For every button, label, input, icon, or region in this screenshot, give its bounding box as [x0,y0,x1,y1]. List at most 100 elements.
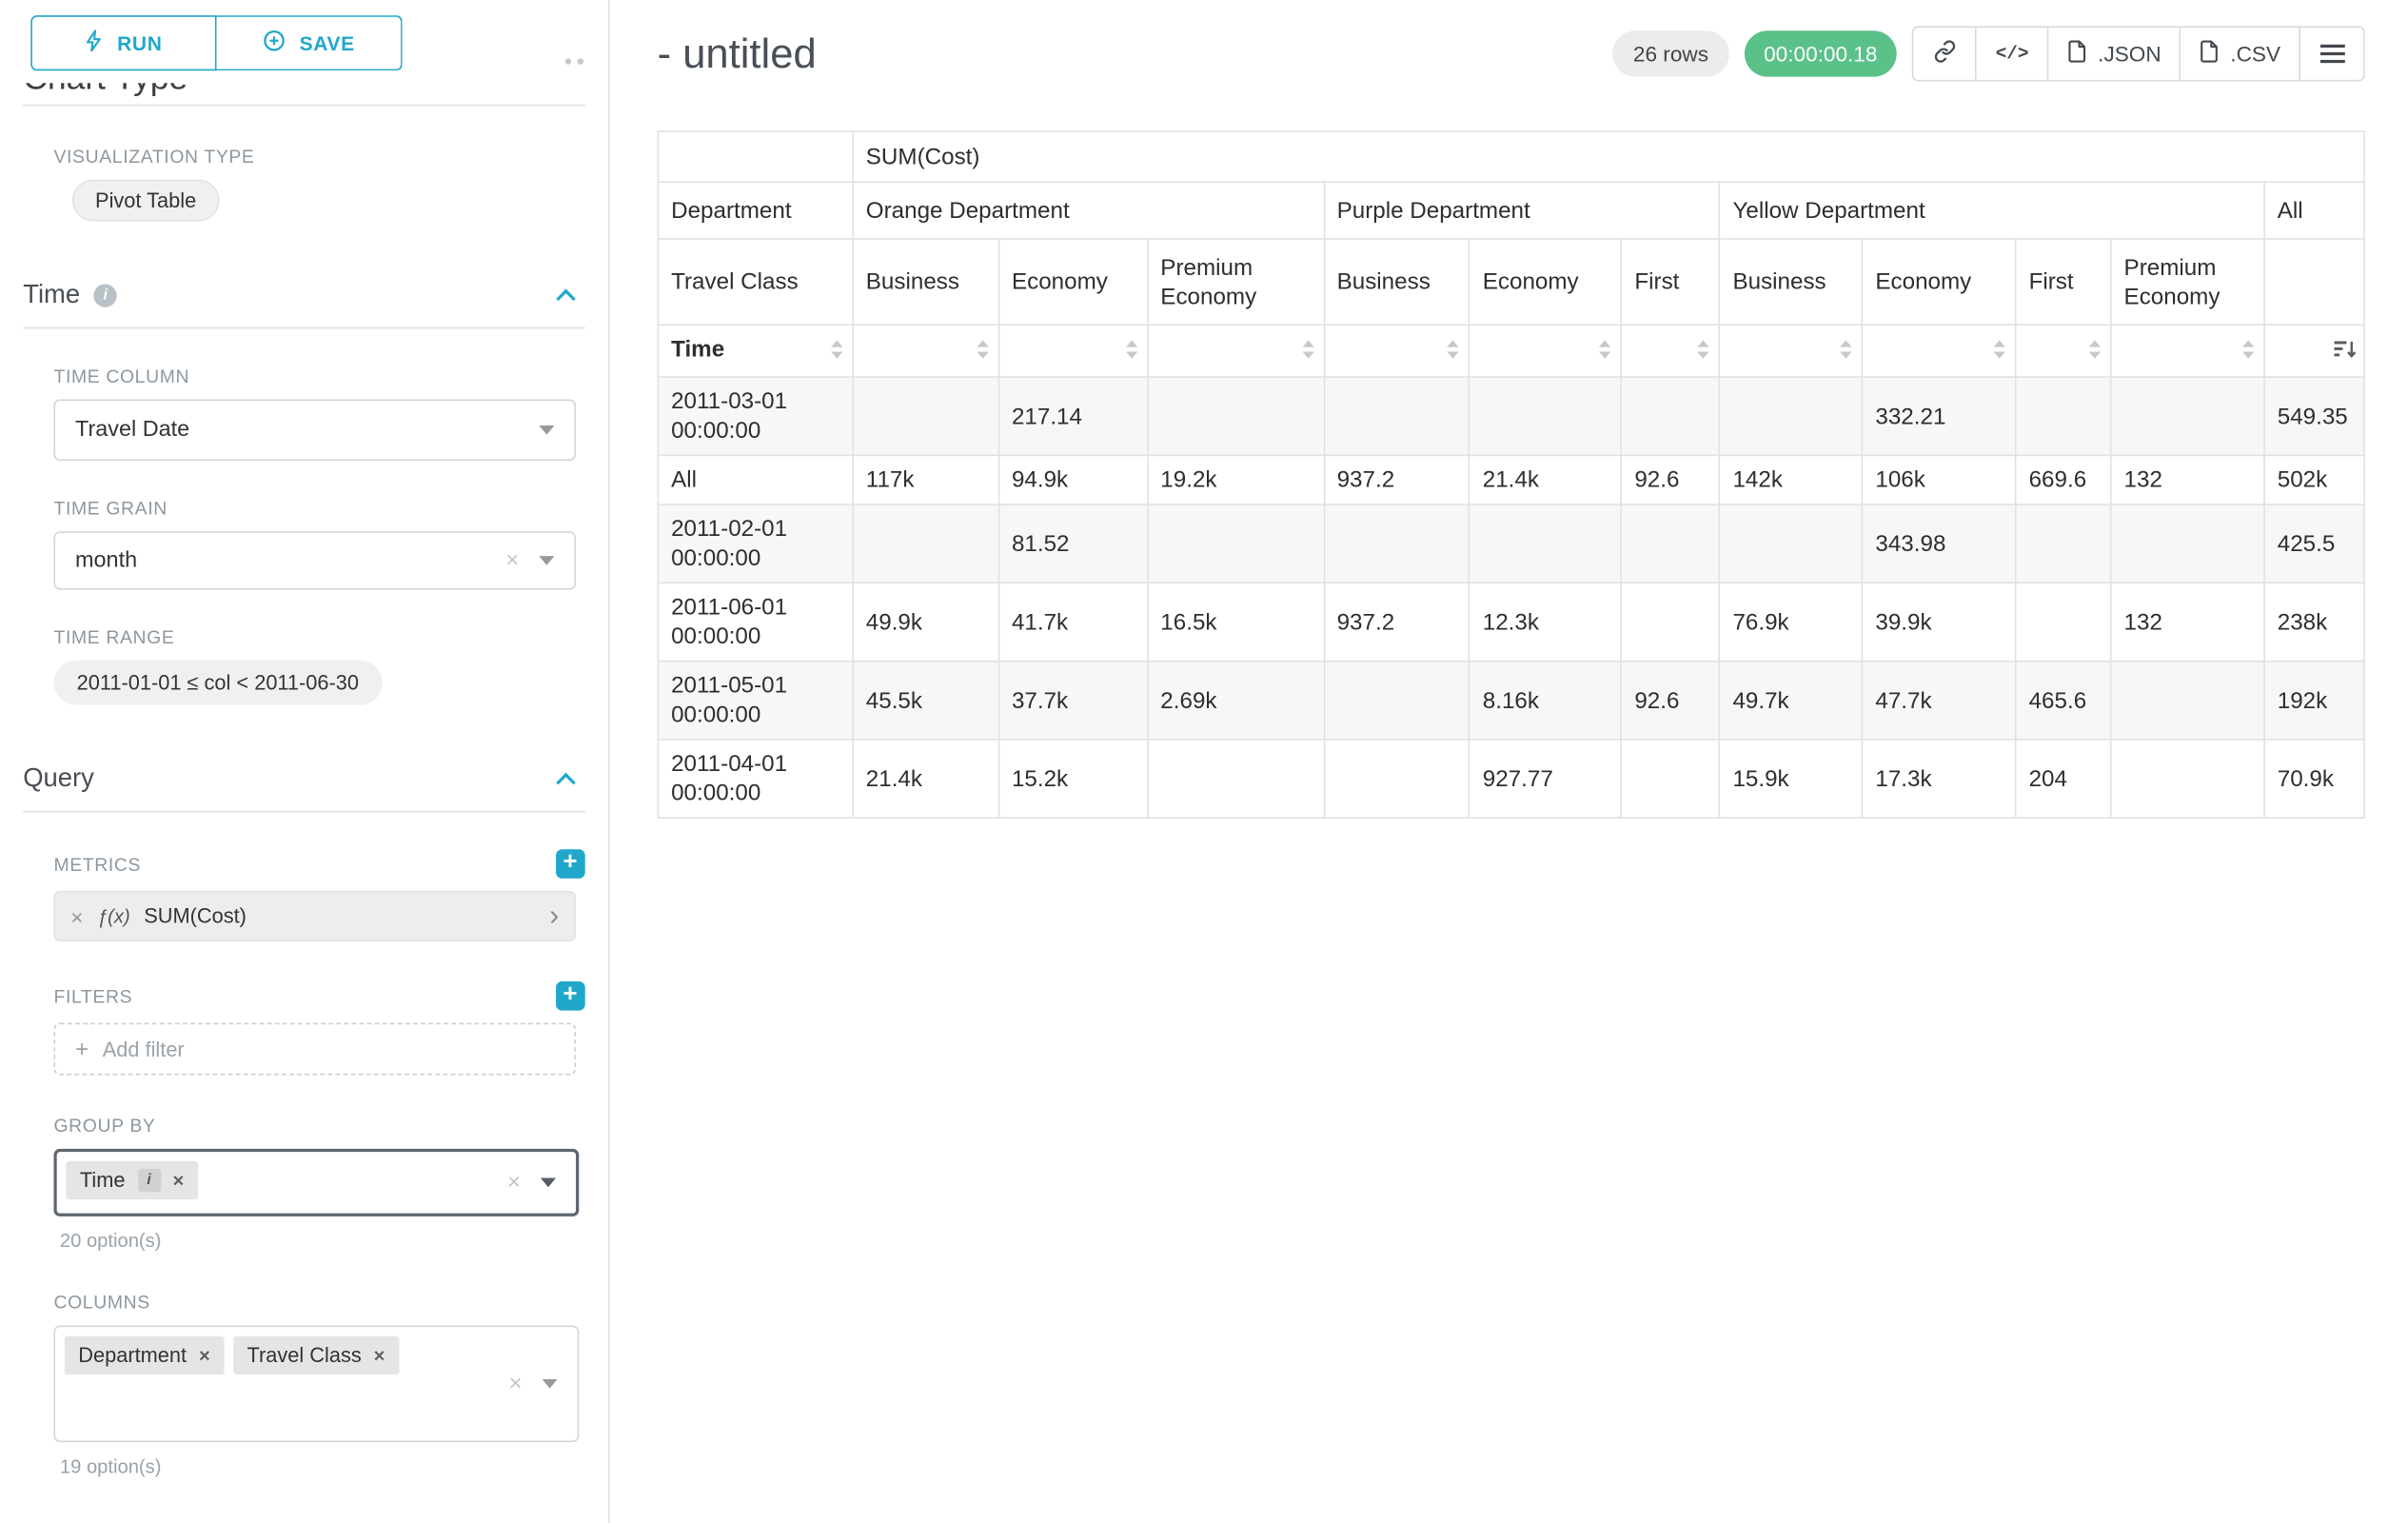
visualization-type-pill[interactable]: Pivot Table [72,180,220,222]
pivot-column-sort-header[interactable] [1622,325,1720,377]
pivot-column-sort-header[interactable] [998,325,1147,377]
save-button-label: SAVE [300,31,355,54]
control-panel: RUN SAVE Chart Type VISUALIZATION TYPE P… [0,0,610,1523]
group-by-select[interactable]: Time i × × [53,1149,579,1216]
function-icon: ƒ(x) [97,905,130,927]
filters-label: FILTERS + [53,981,584,1011]
chevron-down-icon [543,1379,558,1389]
metrics-label: METRICS + [53,849,584,879]
pivot-cell [1622,377,1720,455]
pivot-cell: 15.2k [998,740,1147,818]
chevron-up-icon[interactable] [556,288,576,308]
chevron-up-icon[interactable] [556,772,576,792]
pivot-class-header: Economy [1470,239,1622,325]
sort-icon[interactable] [1300,338,1315,367]
plus-circle-icon [263,30,286,57]
pivot-column-sort-header[interactable] [853,325,998,377]
pivot-cell [1324,377,1470,455]
save-button[interactable]: SAVE [217,15,403,70]
time-column-select[interactable]: Travel Date [53,400,576,462]
add-filter-plus-button[interactable]: + [556,981,585,1011]
group-by-label: GROUP BY [53,1115,584,1137]
pivot-travel-class-header: Travel Class [658,239,853,325]
pivot-column-sort-header[interactable] [1148,325,1324,377]
pivot-cell [1324,662,1470,740]
chevron-down-icon [539,425,554,435]
time-grain-select[interactable]: month × [53,531,576,589]
pivot-cell: 17.3k [1863,740,2016,818]
columns-options-count: 19 option(s) [60,1456,585,1478]
pivot-cell: 669.6 [2016,455,2111,504]
info-icon[interactable]: i [137,1169,160,1192]
chart-header: - untitled 26 rows 00:00:00.18 </> [658,20,2365,88]
chart-title[interactable]: - untitled [658,30,817,77]
sort-icon[interactable] [1446,338,1461,367]
sort-icon[interactable] [975,338,990,367]
remove-chip-icon[interactable]: × [199,1345,210,1367]
group-by-chip-label: Time [80,1169,126,1192]
columns-label: COLUMNS [53,1292,584,1314]
pivot-column-sort-header[interactable] [1863,325,2016,377]
sort-descending-icon[interactable] [2335,338,2357,367]
pivot-row-label: 2011-04-01 00:00:00 [658,740,853,818]
columns-select[interactable]: Department × Travel Class × × [53,1325,579,1442]
clear-icon[interactable]: × [508,1373,522,1395]
sort-icon[interactable] [1839,338,1854,367]
metric-chip[interactable]: × ƒ(x) SUM(Cost) › [53,891,576,941]
pivot-time-sort-header[interactable]: Time [658,325,853,377]
pivot-cell: 502k [2264,455,2364,504]
pivot-column-sort-header[interactable] [2016,325,2111,377]
clear-icon[interactable]: × [505,549,519,572]
add-filter-button[interactable]: + Add filter [53,1023,576,1076]
pivot-column-sort-header[interactable] [1324,325,1470,377]
pivot-row: 2011-02-01 00:00:0081.52343.98425.5 [658,504,2364,583]
pivot-class-header: Economy [998,239,1147,325]
clear-icon[interactable]: × [507,1171,521,1194]
more-options-button[interactable] [2300,26,2365,81]
chart-toolbar: </> .JSON .CSV [1913,26,2365,81]
add-filter-label: Add filter [103,1038,185,1060]
pivot-row: 2011-06-01 00:00:0049.9k41.7k16.5k937.21… [658,583,2364,661]
chevron-right-icon[interactable]: › [549,901,559,931]
pivot-cell: 15.9k [1720,740,1863,818]
pivot-all-sort-header[interactable] [2264,325,2364,377]
pivot-cell [1324,504,1470,583]
group-by-chip-time[interactable]: Time i × [66,1161,197,1199]
pivot-column-sort-header[interactable] [1720,325,1863,377]
pivot-cell: 94.9k [998,455,1147,504]
sort-icon[interactable] [2087,338,2102,367]
columns-chip-travel-class[interactable]: Travel Class × [233,1336,399,1375]
sort-icon[interactable] [2240,338,2256,367]
sort-icon[interactable] [1124,338,1139,367]
pivot-table: SUM(Cost)DepartmentOrange DepartmentPurp… [658,130,2365,819]
link-icon [1933,40,1956,68]
export-json-button[interactable]: .JSON [2049,26,2181,81]
time-range-pill[interactable]: 2011-01-01 ≤ col < 2011-06-30 [53,661,382,705]
remove-chip-icon[interactable]: × [374,1345,385,1367]
sort-icon[interactable] [1598,338,1613,367]
add-metric-button[interactable]: + [556,849,585,879]
columns-chip-department[interactable]: Department × [65,1336,225,1375]
pivot-row: 2011-05-01 00:00:0045.5k37.7k2.69k8.16k9… [658,662,2364,740]
time-grain-label: TIME GRAIN [53,498,584,520]
plus-icon: + [75,1036,89,1061]
pivot-column-sort-header[interactable] [2111,325,2264,377]
pivot-cell [853,377,998,455]
embed-code-button[interactable]: </> [1977,26,2048,81]
pivot-column-sort-header[interactable] [1470,325,1622,377]
sort-icon[interactable] [1992,338,2007,367]
pivot-cell: 81.52 [998,504,1147,583]
copy-link-button[interactable] [1913,26,1978,81]
info-icon: i [94,284,117,307]
remove-metric-icon[interactable]: × [70,904,83,929]
pivot-row-label: 2011-06-01 00:00:00 [658,583,853,661]
sort-icon[interactable] [1696,338,1711,367]
sort-icon[interactable] [829,338,844,367]
export-csv-button[interactable]: .CSV [2181,26,2300,81]
run-button[interactable]: RUN [30,15,216,70]
remove-chip-icon[interactable]: × [173,1170,185,1192]
pivot-row-label: 2011-05-01 00:00:00 [658,662,853,740]
pivot-row: 2011-03-01 00:00:00217.14332.21549.35 [658,377,2364,455]
pivot-cell: 16.5k [1148,583,1324,661]
pivot-row-label: 2011-02-01 00:00:00 [658,504,853,583]
